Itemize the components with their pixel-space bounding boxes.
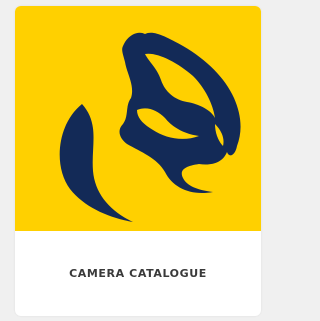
lion-head-logo-icon [59,32,241,222]
card-title[interactable]: CAMERA CATALOGUE [69,267,207,280]
card-image [15,6,261,231]
card-label-area: CAMERA CATALOGUE [15,231,261,316]
camera-catalogue-card[interactable]: CAMERA CATALOGUE [15,6,261,316]
